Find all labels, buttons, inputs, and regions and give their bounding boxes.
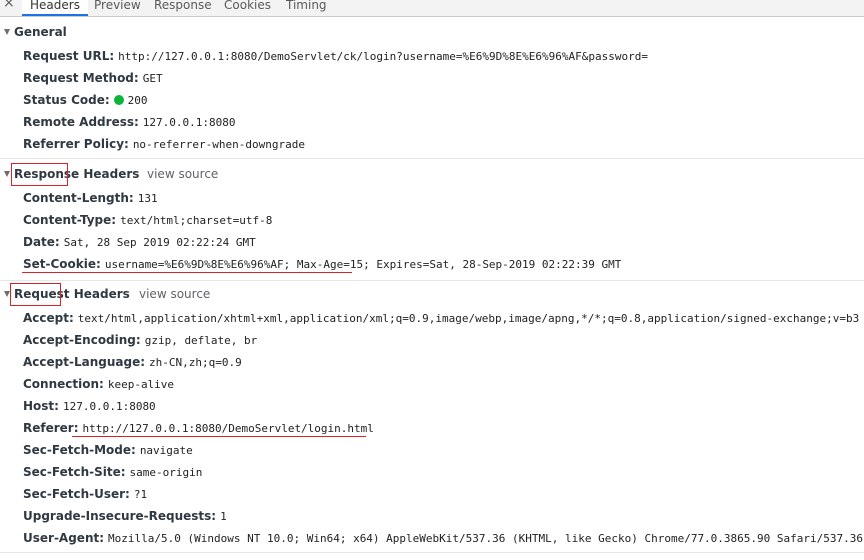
request-row-referer: Referer: http://127.0.0.1:8080/DemoServle… (23, 419, 374, 437)
request-row-sec-fetch-mode: Sec-Fetch-Mode: navigate (23, 441, 193, 459)
tab-response[interactable]: Response (146, 0, 220, 16)
request-row-upgrade-insecure-requests: Upgrade-Insecure-Requests: 1 (23, 507, 227, 525)
section-divider (0, 280, 864, 281)
expand-triangle-icon[interactable] (4, 171, 10, 177)
expand-triangle-icon[interactable] (4, 29, 10, 35)
header-value: http://127.0.0.1:8080/DemoServlet/login.… (82, 422, 374, 435)
header-value: GET (142, 72, 163, 85)
header-key: Sec-Fetch-Mode: (23, 443, 136, 457)
annotation-box-request (10, 283, 61, 306)
request-row-accept-encoding: Accept-Encoding: gzip, deflate, br (23, 331, 257, 349)
header-value: text/html;charset=utf-8 (120, 214, 273, 227)
tab-preview[interactable]: Preview (86, 0, 149, 16)
header-value: same-origin (129, 466, 203, 479)
header-value: keep-alive (107, 378, 175, 391)
general-row-remote-address: Remote Address: 127.0.0.1:8080 (23, 113, 236, 131)
header-value: ?1 (133, 488, 148, 501)
header-key: Host: (23, 399, 59, 413)
header-key: Accept-Encoding: (23, 333, 141, 347)
response-row-content-type: Content-Type: text/html;charset=utf-8 (23, 211, 272, 229)
response-view-source-link[interactable]: view source (147, 165, 218, 183)
header-key: Status Code: (23, 93, 110, 107)
header-value: 1 (220, 510, 227, 523)
header-key: Accept: (23, 311, 74, 325)
request-view-source-link[interactable]: view source (139, 285, 210, 303)
header-value: Mozilla/5.0 (Windows NT 10.0; Win64; x64… (108, 532, 864, 545)
header-value: 127.0.0.1:8080 (62, 400, 156, 413)
tab-cookies[interactable]: Cookies (216, 0, 279, 16)
header-key: User-Agent: (23, 531, 105, 545)
header-value: no-referrer-when-downgrade (132, 138, 305, 151)
request-row-sec-fetch-site: Sec-Fetch-Site: same-origin (23, 463, 202, 481)
header-key: Sec-Fetch-Site: (23, 465, 126, 479)
tab-headers[interactable]: Headers (22, 0, 88, 16)
header-key: Request URL: (23, 49, 115, 63)
tab-timing[interactable]: Timing (278, 0, 335, 16)
response-row-content-length: Content-Length: 131 (23, 189, 158, 207)
general-row-request-method: Request Method: GET (23, 69, 163, 87)
header-key: Content-Type: (23, 213, 117, 227)
header-key: Date: (23, 235, 60, 249)
response-row-date: Date: Sat, 28 Sep 2019 02:22:24 GMT (23, 233, 256, 251)
response-row-set-cookie: Set-Cookie: username=%E6%9D%8E%E6%96%AF; … (23, 255, 621, 273)
general-row-status-code: Status Code: 200 (23, 91, 148, 109)
header-value: http://127.0.0.1:8080/DemoServlet/ck/log… (118, 50, 648, 63)
header-value: 200 (127, 94, 148, 107)
header-value: username=%E6%9D%8E%E6%96%AF; Max-Age=15;… (104, 258, 622, 271)
header-value: navigate (139, 444, 193, 457)
header-key: Connection: (23, 377, 104, 391)
request-row-accept: Accept: text/html,application/xhtml+xml,a… (23, 309, 859, 327)
header-key: Sec-Fetch-User: (23, 487, 130, 501)
header-key: Content-Length: (23, 191, 134, 205)
annotation-underline-set-cookie (22, 272, 352, 273)
status-ok-icon (113, 95, 124, 105)
header-key: Remote Address: (23, 115, 139, 129)
header-value: text/html,application/xhtml+xml,applicat… (77, 312, 860, 325)
close-icon[interactable]: × (3, 0, 15, 11)
header-key: Upgrade-Insecure-Requests: (23, 509, 217, 523)
header-key: Request Method: (23, 71, 139, 85)
annotation-box-response (11, 163, 68, 186)
section-divider (0, 552, 864, 553)
request-row-connection: Connection: keep-alive (23, 375, 174, 393)
request-row-host: Host: 127.0.0.1:8080 (23, 397, 156, 415)
header-value: 131 (137, 192, 158, 205)
response-title-rest: Headers (79, 167, 140, 181)
devtools-tab-bar: × Headers Preview Response Cookies Timin… (0, 0, 864, 17)
request-row-sec-fetch-user: Sec-Fetch-User: ?1 (23, 485, 147, 503)
header-value: gzip, deflate, br (144, 334, 258, 347)
request-row-user-agent: User-Agent: Mozilla/5.0 (Windows NT 10.0;… (23, 529, 863, 547)
request-row-accept-language: Accept-Language: zh-CN,zh;q=0.9 (23, 353, 242, 371)
header-key: Accept-Language: (23, 355, 146, 369)
section-divider (0, 158, 864, 159)
annotation-underline-referer (72, 436, 366, 437)
general-title: General (14, 25, 67, 39)
header-value: Sat, 28 Sep 2019 02:22:24 GMT (63, 236, 256, 249)
header-key: Referrer Policy: (23, 137, 129, 151)
general-row-request-url: Request URL: http://127.0.0.1:8080/DemoSe… (23, 47, 648, 65)
header-key: Set-Cookie: (23, 257, 101, 271)
header-value: 127.0.0.1:8080 (142, 116, 236, 129)
general-row-referrer-policy: Referrer Policy: no-referrer-when-downgra… (23, 135, 305, 153)
request-title-rest: Headers (69, 287, 130, 301)
header-value: zh-CN,zh;q=0.9 (149, 356, 242, 369)
header-key: Referer: (23, 421, 79, 435)
